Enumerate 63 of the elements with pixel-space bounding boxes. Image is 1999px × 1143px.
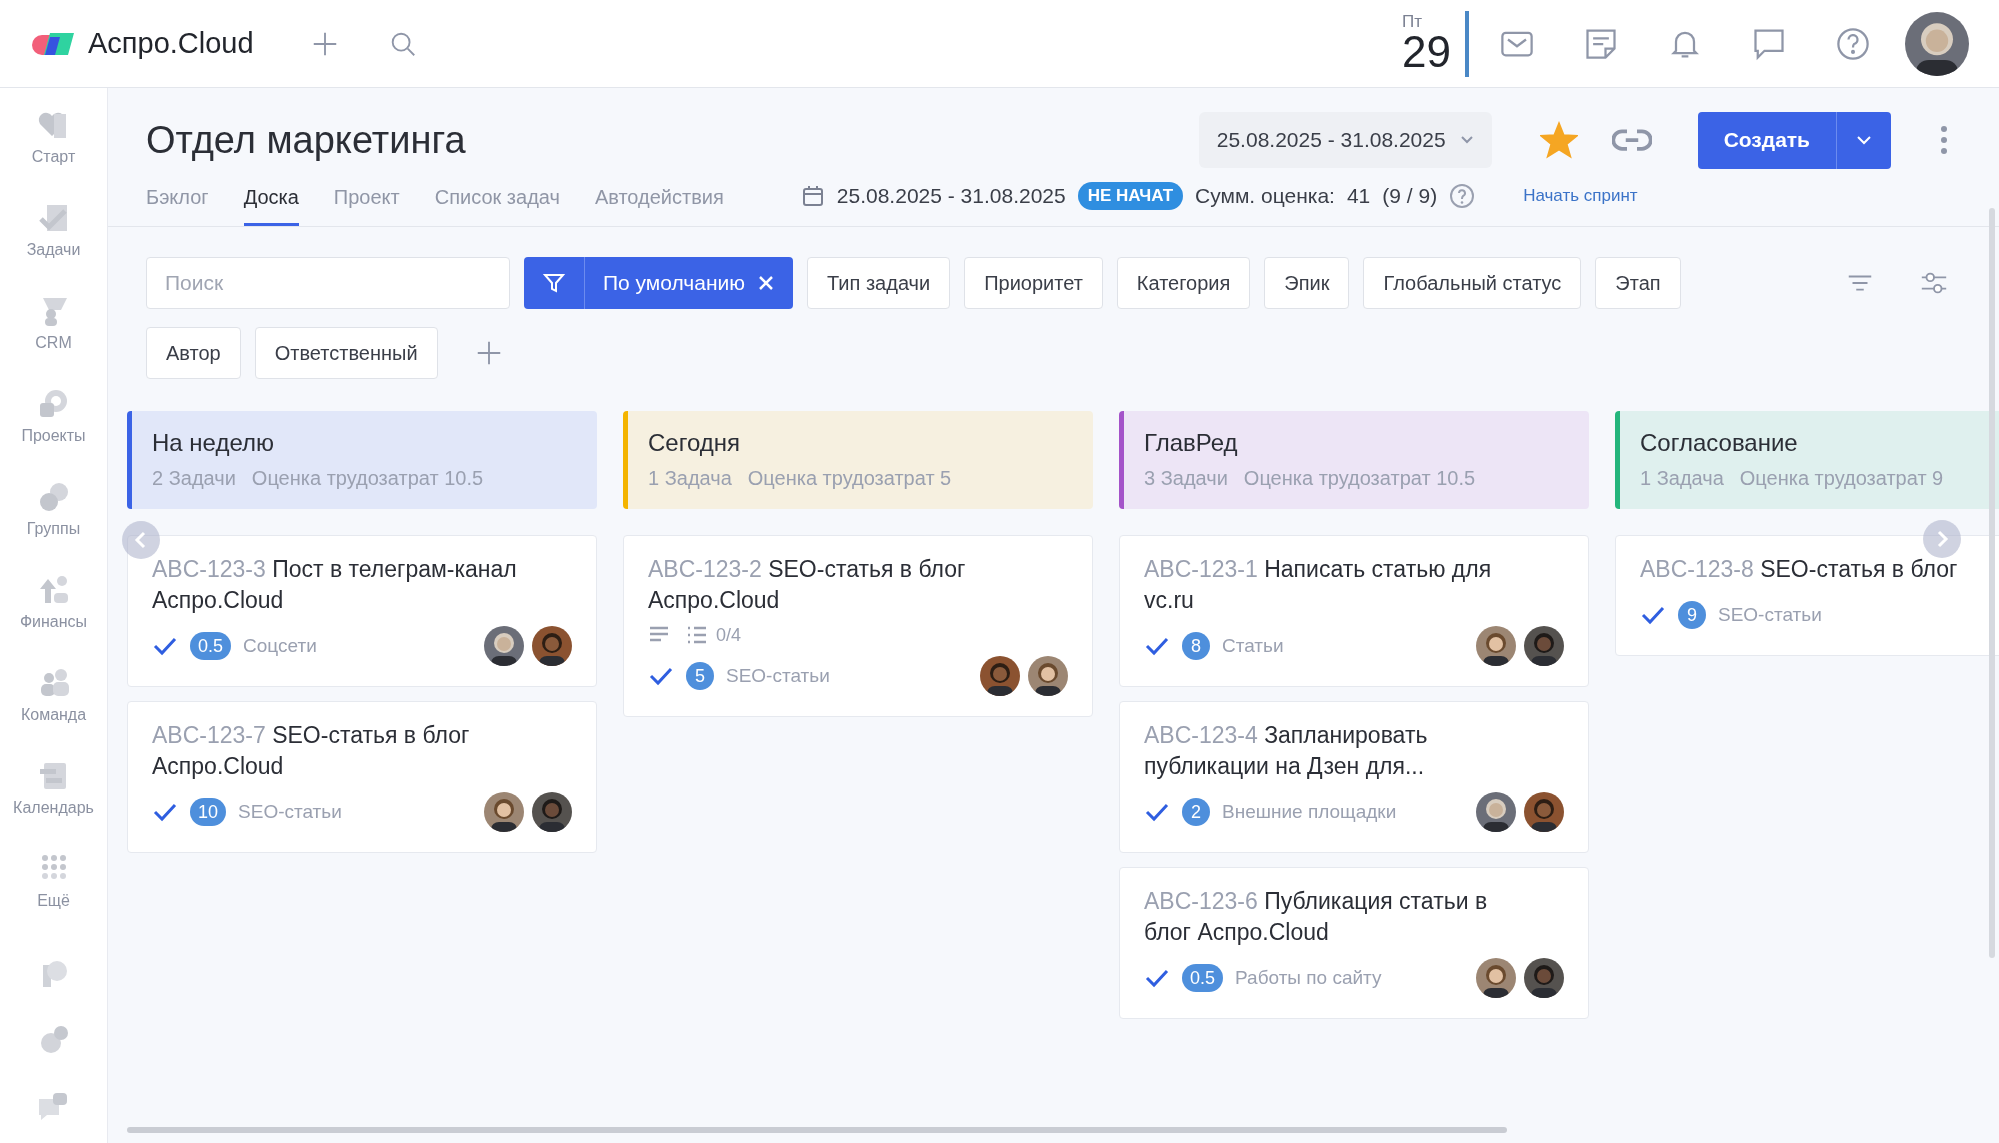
task-count: 3 Задачи	[1144, 467, 1228, 490]
search-field[interactable]: Поиск	[146, 257, 510, 309]
filter-chip[interactable]: Этап	[1595, 257, 1681, 309]
task-card[interactable]: ABC-123-3 Пост в телеграм-канал Аспро.Cloud 0.5 Соцсети	[127, 535, 597, 687]
estimate-badge: 10	[190, 798, 227, 826]
category-label: Соцсети	[243, 635, 317, 657]
app-name: Аспро.Cloud	[88, 27, 254, 60]
column-estimate: Оценка трудозатрат 9	[1739, 467, 1944, 490]
tab[interactable]: Доска	[243, 174, 299, 226]
category-label: Статьи	[1222, 635, 1284, 657]
task-count: 1 Задача	[648, 467, 732, 490]
estimate-badge: 8	[1182, 632, 1210, 660]
column-estimate: Оценка трудозатрат 5	[747, 467, 952, 490]
task-card[interactable]: ABC-123-7 SEO-статья в блог Аспро.Cloud 10 SEO-статьи	[127, 701, 597, 853]
column-title: Согласование	[1640, 429, 1799, 457]
category-label: Работы по сайту	[1235, 967, 1382, 989]
estimate-badge: 9	[1678, 601, 1706, 629]
task-card[interactable]: ABC-123-6 Публикация статьи в блог Аспро.Cloud 0.5 Работы по сайту	[1119, 867, 1589, 1019]
estimate-value: 41	[1346, 184, 1371, 208]
task-title[interactable]: ABC-123-7 SEO-статья в блог Аспро.Cloud	[152, 720, 537, 782]
estimate-badge: 5	[686, 662, 714, 690]
filter-chip[interactable]: Эпик	[1264, 257, 1350, 309]
task-title[interactable]: ABC-123-8 SEO-статья в блог	[1640, 554, 1999, 585]
estimate-badge: 2	[1182, 798, 1210, 826]
task-title[interactable]: ABC-123-1 Написать статью для vc.ru	[1144, 554, 1529, 616]
task-card[interactable]: ABC-123-8 SEO-статья в блог 9 SEO-статьи	[1615, 535, 1999, 656]
period-select[interactable]: 25.08.2025 - 31.08.2025	[1198, 112, 1492, 168]
estimate-label: Сумм. оценка:	[1195, 184, 1335, 208]
status-badge: НЕ НАЧАТ	[1077, 182, 1184, 210]
sprint-dates: 25.08.2025 - 31.08.2025	[836, 184, 1066, 208]
column-title: ГлавРед	[1144, 429, 1239, 457]
estimate-count: (9 / 9)	[1382, 184, 1438, 208]
task-title[interactable]: ABC-123-2 SEO-статья в блог Аспро.Cloud	[648, 554, 1033, 616]
filter-chip[interactable]: Тип задачи	[807, 257, 951, 309]
task-title[interactable]: ABC-123-4 Запланировать публикации на Дзен для...	[1144, 720, 1529, 782]
task-title[interactable]: ABC-123-3 Пост в телеграм-канал Аспро.Cloud	[152, 554, 537, 616]
page-title: Отдел маркетинга	[146, 118, 466, 162]
filter-chip[interactable]: Ответственный	[254, 327, 438, 379]
filter-chip[interactable]: Глобальный статус	[1363, 257, 1582, 309]
category-label: SEO-статьи	[1718, 604, 1822, 626]
task-card[interactable]: ABC-123-2 SEO-статья в блог Аспро.Cloud 0/4 5 SEO-статьи	[623, 535, 1093, 717]
column-title: На неделю	[152, 429, 275, 457]
category-label: SEO-статьи	[238, 801, 342, 823]
category-label: Внешние площадки	[1222, 801, 1397, 823]
task-card[interactable]: ABC-123-1 Написать статью для vc.ru 8 Статьи	[1119, 535, 1589, 687]
start-sprint-link[interactable]: Начать спринт	[1523, 186, 1638, 206]
category-label: SEO-статьи	[726, 665, 830, 687]
filter-chip[interactable]: Категория	[1116, 257, 1251, 309]
filter-chip[interactable]: Автор	[146, 327, 241, 379]
preset-filter[interactable]: По умолчанию	[524, 257, 794, 309]
task-title[interactable]: ABC-123-6 Публикация статьи в блог Аспро.Cloud	[1144, 886, 1529, 948]
checklist-count: 0/4	[716, 624, 742, 646]
column-estimate: Оценка трудозатрат 10.5	[1243, 467, 1476, 490]
weekday-label: Пт	[1402, 13, 1423, 30]
day-number: 29	[1402, 30, 1451, 74]
task-count: 2 Задачи	[152, 467, 236, 490]
column-estimate: Оценка трудозатрат 10.5	[251, 467, 484, 490]
task-count: 1 Задача	[1640, 467, 1724, 490]
estimate-badge: 0.5	[190, 632, 232, 660]
column-title: Сегодня	[648, 429, 741, 457]
task-card[interactable]: ABC-123-4 Запланировать публикации на Дзен для... 2 Внешние площадки	[1119, 701, 1589, 853]
filter-chip[interactable]: Приоритет	[964, 257, 1103, 309]
estimate-badge: 0.5	[1182, 964, 1224, 992]
